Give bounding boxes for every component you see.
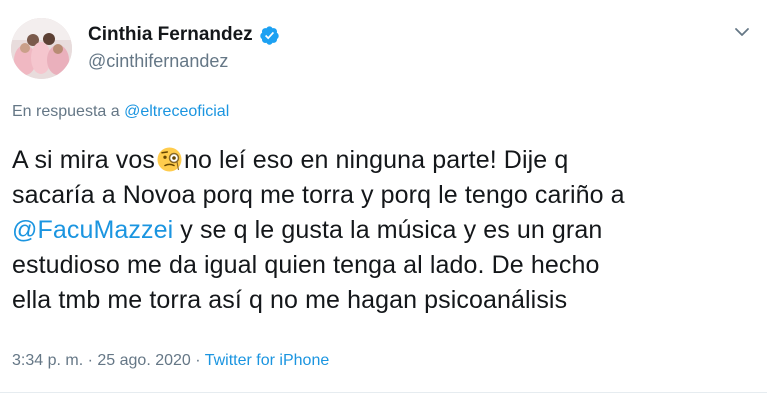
avatar[interactable] <box>11 18 72 79</box>
meta-separator: · <box>83 352 98 369</box>
tweet-line-1: A si mira vos no leí eso en ninguna parte… <box>12 143 762 178</box>
tweet-line-3: @FacuMazzei y se q le gusta la música y … <box>12 213 762 248</box>
avatar-photo-icon <box>11 18 72 79</box>
tweet-text-segment: A si mira vos <box>12 146 155 174</box>
tweet-text-segment: no leí eso en ninguna parte! Dije q <box>184 146 569 174</box>
tweet-line-2: sacaría a Novoa porq me torra y porq le … <box>12 181 625 209</box>
divider <box>0 392 767 393</box>
meta-separator: · <box>190 352 205 369</box>
tweet-meta: 3:34 p. m. · 25 ago. 2020 · Twitter for … <box>12 352 329 370</box>
tweet-text: A si mira vos no leí eso en ninguna parte… <box>12 143 762 318</box>
reply-mention-link[interactable]: @eltreceoficial <box>124 103 229 120</box>
verified-badge-icon <box>259 25 279 45</box>
reply-context: En respuesta a @eltreceoficial <box>12 103 229 121</box>
tweet-source-link[interactable]: Twitter for iPhone <box>205 352 330 369</box>
tweet-header: Cinthia Fernandez @cinthifernandez <box>0 0 767 95</box>
tweet-time[interactable]: 3:34 p. m. <box>12 352 83 369</box>
name-row: Cinthia Fernandez <box>88 24 280 46</box>
tweet-date[interactable]: 25 ago. 2020 <box>97 352 190 369</box>
mention-link[interactable]: @FacuMazzei <box>12 216 173 244</box>
face-with-monocle-icon <box>157 147 182 172</box>
chevron-down-icon[interactable] <box>732 22 752 42</box>
tweet-text-segment: y se q le gusta la música y es un gran <box>173 216 603 244</box>
user-handle[interactable]: @cinthifernandez <box>88 51 228 72</box>
display-name[interactable]: Cinthia Fernandez <box>88 24 253 46</box>
tweet-line-5: ella tmb me torra así q no me hagan psic… <box>12 286 568 314</box>
reply-prefix: En respuesta a <box>12 103 120 120</box>
tweet-line-4: estudioso me da igual quien tenga al lad… <box>12 251 600 279</box>
